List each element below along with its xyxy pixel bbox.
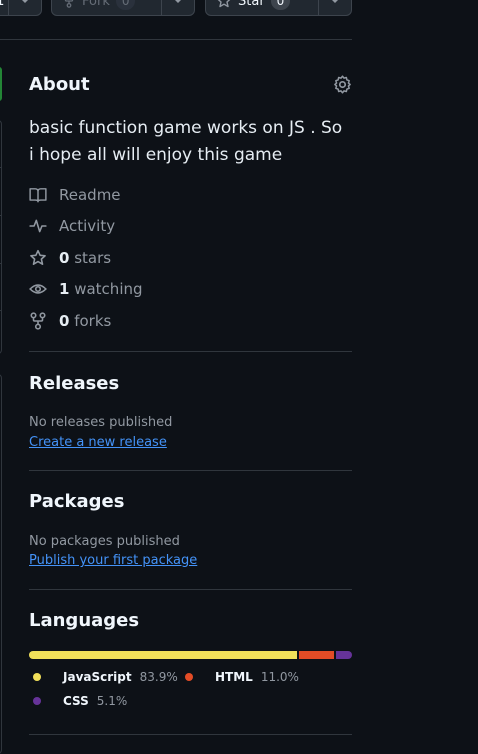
star-icon: [30, 249, 46, 265]
language-bar-segment: [29, 651, 297, 659]
publish-package-link[interactable]: Publish your first package: [29, 553, 197, 568]
forks-label: forks: [74, 312, 112, 330]
language-bar: [29, 651, 352, 659]
star-icon: [217, 0, 231, 8]
packages-title[interactable]: Packages: [29, 491, 124, 512]
gear-icon[interactable]: [333, 75, 352, 94]
language-bar-segment: [298, 651, 334, 659]
triangle-down-icon: [331, 0, 338, 3]
releases-empty-text: No releases published: [29, 415, 173, 430]
fork-dropdown-button[interactable]: [160, 0, 194, 15]
eye-icon: [29, 284, 47, 294]
section-divider: [29, 734, 352, 735]
packages-empty-text: No packages published: [29, 534, 180, 549]
fork-icon: [30, 312, 46, 330]
book-icon: [29, 188, 47, 203]
watching-link[interactable]: 1 watching: [29, 280, 143, 298]
triangle-down-icon: [174, 0, 181, 3]
watch-button[interactable]: 1: [0, 0, 42, 16]
watch-dropdown-button[interactable]: [8, 0, 41, 15]
left-panel-edge: [0, 374, 2, 754]
language-color-dot: [33, 697, 41, 705]
language-item-javascript[interactable]: JavaScript 83.9%: [33, 670, 178, 684]
left-panel-edge-divider: [0, 263, 2, 264]
readme-label: Readme: [59, 186, 121, 204]
left-panel-edge-divider: [0, 167, 2, 168]
star-button[interactable]: Star 0: [205, 0, 352, 16]
forks-count: 0: [59, 312, 70, 330]
language-name: JavaScript: [63, 670, 132, 684]
left-panel-edge-divider: [0, 215, 2, 216]
star-dropdown-button[interactable]: [317, 0, 351, 15]
watching-label: watching: [74, 280, 143, 298]
language-percent: 5.1%: [96, 694, 128, 708]
pulse-icon: [29, 219, 47, 233]
section-divider: [29, 351, 352, 352]
section-divider: [29, 589, 352, 590]
left-panel-edge: [0, 120, 2, 354]
active-indicator: [0, 67, 2, 101]
fork-icon: [64, 0, 74, 8]
about-title: About: [29, 74, 90, 95]
stars-label: stars: [74, 249, 112, 267]
releases-title[interactable]: Releases: [29, 373, 119, 394]
header-divider: [0, 39, 352, 40]
language-percent: 83.9%: [139, 670, 178, 684]
create-release-link[interactable]: Create a new release: [29, 435, 167, 450]
repo-description: basic function game works on JS . So i h…: [29, 118, 343, 165]
star-count: 0: [270, 0, 291, 10]
stars-count: 0: [59, 249, 70, 267]
star-label: Star: [238, 0, 265, 9]
fork-count: 0: [115, 0, 136, 10]
languages-title: Languages: [29, 610, 140, 631]
fork-label: Fork: [82, 0, 110, 9]
language-name: CSS: [63, 694, 89, 708]
language-name: HTML: [215, 670, 253, 684]
language-item-html[interactable]: HTML 11.0%: [185, 670, 299, 684]
language-color-dot: [185, 673, 193, 681]
fork-button[interactable]: Fork 0: [51, 0, 195, 16]
section-divider: [29, 470, 352, 471]
forks-link[interactable]: 0 forks: [29, 312, 111, 330]
readme-link[interactable]: Readme: [29, 186, 121, 204]
activity-label: Activity: [59, 217, 116, 235]
language-percent: 11.0%: [260, 670, 299, 684]
stars-link[interactable]: 0 stars: [29, 249, 111, 267]
language-color-dot: [33, 673, 41, 681]
left-panel-edge-divider: [0, 310, 2, 311]
language-item-css[interactable]: CSS 5.1%: [33, 694, 127, 708]
triangle-down-icon: [22, 0, 29, 3]
activity-link[interactable]: Activity: [29, 217, 115, 235]
watching-count: 1: [59, 280, 70, 298]
language-bar-segment: [335, 651, 352, 659]
watch-count: 1: [0, 0, 5, 9]
